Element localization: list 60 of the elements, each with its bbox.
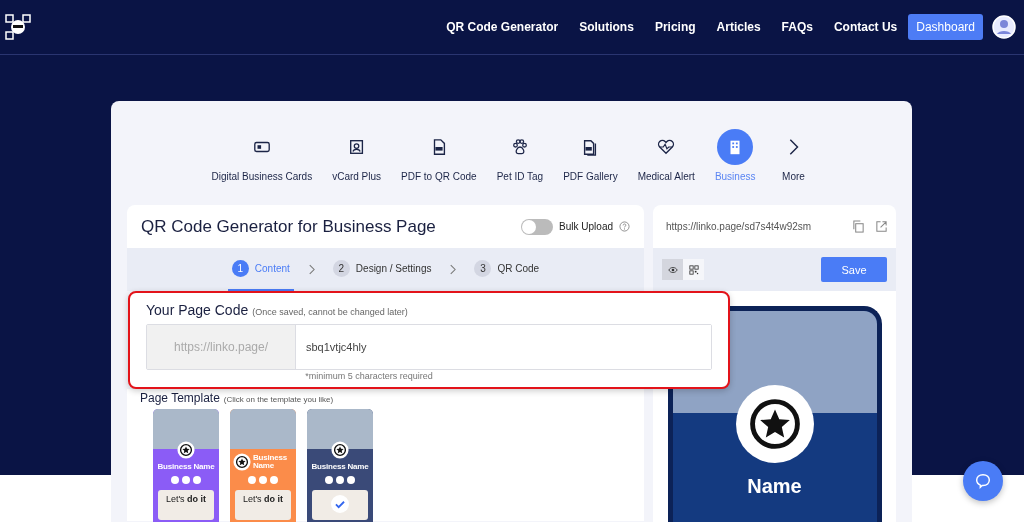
qr-code-icon xyxy=(688,264,699,275)
nav-link[interactable]: Solutions xyxy=(579,20,634,34)
view-toggle[interactable] xyxy=(683,259,704,280)
nav-link[interactable]: Contact Us xyxy=(833,20,898,34)
help-icon[interactable] xyxy=(619,221,630,232)
chevron-right-icon xyxy=(307,264,315,275)
url-prefix: https://linko.page/ xyxy=(147,325,296,369)
template-thumbnail[interactable]: Business Name xyxy=(307,409,373,522)
star-logo-icon xyxy=(177,441,195,459)
star-logo-icon xyxy=(735,385,814,463)
category-tab[interactable]: PDF Gallery xyxy=(563,129,618,182)
category-tab[interactable]: Pet ID Tag xyxy=(496,129,544,182)
view-toggle[interactable] xyxy=(662,259,683,280)
contact-icons-drawing xyxy=(248,476,278,484)
page-code-hint: *minimum 5 characters required xyxy=(304,371,434,381)
template-tagline: Let's do it xyxy=(242,494,284,506)
star-logo-icon xyxy=(331,441,349,459)
external-link-icon[interactable] xyxy=(875,220,888,233)
page-template-note: (Click on the template you like) xyxy=(223,395,334,404)
page-template-title: Page Template xyxy=(140,391,220,405)
category-tab[interactable]: PDF to QR Code xyxy=(401,129,477,182)
page-code-note: (Once saved, cannot be changed later) xyxy=(252,307,408,317)
category-tab[interactable]: Medical Alert xyxy=(637,129,695,182)
paw-icon xyxy=(510,138,529,156)
contact-card-icon xyxy=(347,138,366,156)
user-avatar-icon[interactable] xyxy=(992,15,1016,39)
template-thumbnail[interactable]: Business Name Let's do it xyxy=(153,409,219,522)
editor-title: QR Code Generator for Business Page xyxy=(141,216,436,237)
template-business-name: Business Name xyxy=(157,462,215,471)
template-business-name: Business Name xyxy=(311,462,369,471)
bulk-upload-label: Bulk Upload xyxy=(559,221,613,232)
eye-icon xyxy=(667,264,678,275)
category-tab[interactable]: vCard Plus xyxy=(332,129,382,182)
template-tagline: Let's do it xyxy=(165,494,207,506)
star-logo-icon xyxy=(233,453,251,471)
nav-link[interactable]: Pricing xyxy=(654,20,696,34)
nav-link[interactable]: FAQs xyxy=(781,20,813,34)
checkmark-icon xyxy=(331,495,349,513)
chat-button[interactable] xyxy=(963,461,1003,501)
step-tab[interactable]: 3 QR Code xyxy=(470,248,544,291)
preview-url[interactable]: https://linko.page/sd7s4t4w92sm xyxy=(666,221,842,232)
category-tab[interactable]: Digital Business Cards xyxy=(211,129,313,182)
bulk-upload-toggle[interactable] xyxy=(521,218,554,235)
chat-bubble-icon xyxy=(974,472,992,490)
save-button[interactable]: Save xyxy=(821,257,887,282)
page-code-title: Your Page Code xyxy=(146,302,249,318)
page-code-field[interactable]: https://linko.page/ sbq1vtjc4hly xyxy=(146,324,712,370)
contact-icons-drawing xyxy=(171,476,201,484)
category-tab[interactable]: More xyxy=(775,129,812,182)
heartbeat-icon xyxy=(657,138,676,156)
chevron-right-icon xyxy=(449,264,457,275)
template-business-name: Business Name xyxy=(253,454,288,470)
nav-link[interactable]: Articles xyxy=(716,20,761,34)
contact-icons-drawing xyxy=(325,476,355,484)
step-tab[interactable]: 2 Design / Settings xyxy=(328,248,436,291)
preview-name: Name xyxy=(747,475,802,498)
template-thumbnail[interactable]: Business Name Let's do it xyxy=(230,409,296,522)
copy-icon[interactable] xyxy=(852,220,865,233)
nav-link[interactable]: QR Code Generator xyxy=(446,20,559,34)
dashboard-button[interactable]: Dashboard xyxy=(908,14,983,40)
